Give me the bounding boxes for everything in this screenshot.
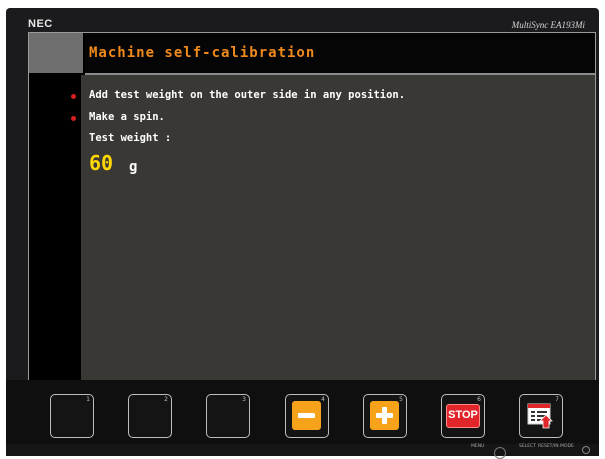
test-weight-label: Test weight : (89, 132, 172, 144)
stop-label: STOP (448, 409, 478, 421)
softkey-number: 4 (321, 396, 325, 403)
plus-icon (370, 401, 399, 430)
machine-screen: Machine self-calibration Add test weight… (28, 32, 596, 382)
monitor-model-label: MultiSync EA193Mi (511, 20, 585, 30)
instruction-text: Make a spin. (89, 111, 165, 123)
stop-icon: STOP (446, 404, 480, 428)
title-bar: Machine self-calibration (85, 33, 595, 75)
softkey-number: 1 (86, 396, 90, 403)
page-title: Machine self-calibration (89, 45, 316, 61)
power-icon[interactable] (582, 446, 590, 454)
minus-icon (292, 401, 321, 430)
instruction-item: Add test weight on the outer side in any… (71, 89, 406, 101)
monitor-knob-icon[interactable] (494, 447, 506, 459)
softkey-number: 6 (477, 396, 481, 403)
select-button-label: SELECT (519, 444, 536, 449)
reset-button-label: RESET/IN MODE (538, 444, 574, 449)
monitor-brand-logo: NEC (28, 18, 53, 30)
softkey-number: 2 (164, 396, 168, 403)
content-panel: Add test weight on the outer side in any… (71, 75, 595, 381)
softkey-number: 3 (242, 396, 246, 403)
test-weight-unit: g (129, 159, 138, 175)
bezel-controls: MENU SELECT RESET/IN MODE (6, 444, 599, 459)
softkey-3[interactable]: 3 (206, 394, 250, 438)
title-row: Machine self-calibration (29, 33, 595, 75)
softkey-number: 7 (555, 396, 559, 403)
bullet-icon (71, 94, 76, 99)
softkey-4-minus[interactable]: 4 (285, 394, 329, 438)
softkey-number: 5 (399, 396, 403, 403)
test-weight-value: 60 (89, 151, 114, 175)
softkey-1[interactable]: 1 (50, 394, 94, 438)
instruction-text: Add test weight on the outer side in any… (89, 89, 406, 101)
exit-to-menu-icon (526, 401, 555, 430)
softkey-5-plus[interactable]: 5 (363, 394, 407, 438)
bullet-icon (71, 116, 76, 121)
softkey-bar: 1 2 3 4 5 6 STOP 7 (6, 380, 599, 444)
softkey-2[interactable]: 2 (128, 394, 172, 438)
menu-button-label: MENU (471, 444, 485, 449)
instruction-item: Make a spin. (71, 111, 165, 123)
softkey-6-stop[interactable]: 6 STOP (441, 394, 485, 438)
softkey-7-exit[interactable]: 7 (519, 394, 563, 438)
title-left-block (29, 33, 83, 73)
